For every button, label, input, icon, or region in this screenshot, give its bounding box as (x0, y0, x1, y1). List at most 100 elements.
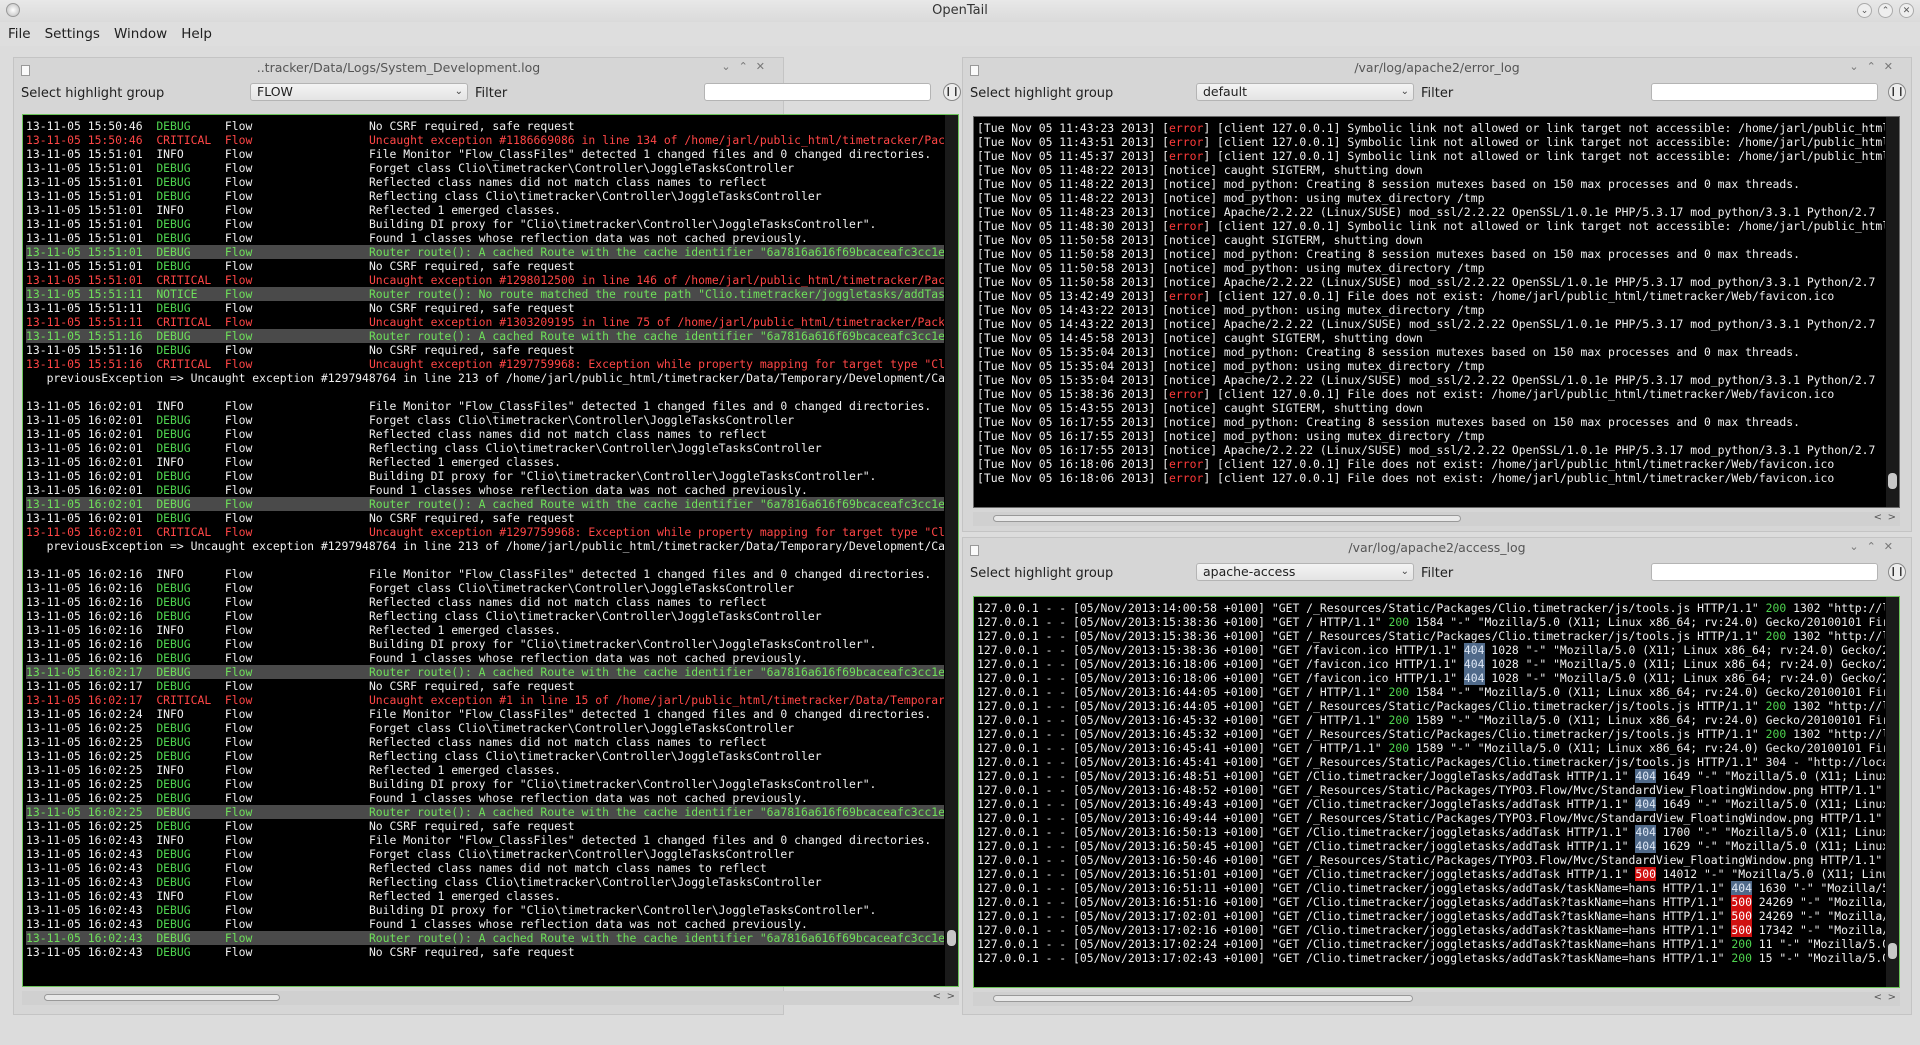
scroll-thumb[interactable] (1888, 943, 1897, 959)
scroll-right-icon[interactable]: > (1888, 512, 1896, 523)
log-line: 13-11-05 15:51:11 CRITICAL Flow Uncaught… (26, 315, 944, 329)
log-message: File Monitor "Flow_ClassFiles" detected … (368, 707, 932, 721)
log-timestamp: 13-11-05 15:51:11 (26, 301, 143, 315)
log-timestamp: 13-11-05 16:02:17 (26, 693, 143, 707)
scroll-right-icon[interactable]: > (947, 991, 955, 1002)
log-suffix: 1302 "http://localhost/" (1793, 699, 1885, 713)
log-level: DEBUG (156, 637, 191, 651)
filter-input[interactable] (1651, 83, 1878, 101)
highlight-group-select[interactable]: apache-access ⌄ (1196, 563, 1414, 581)
menu-file[interactable]: File (1, 22, 38, 46)
hscroll-thumb[interactable] (44, 994, 280, 1001)
log-suffix: 1028 "-" "Mozilla/5.0 (X11; Linux x86_64… (1491, 643, 1885, 657)
log-timestamp: 13-11-05 16:02:16 (26, 623, 143, 637)
status-code: 404 (1635, 839, 1656, 853)
log-line: 13-11-05 15:51:01 DEBUG Flow Reflected c… (26, 175, 944, 189)
scroll-left-icon[interactable]: < (1874, 512, 1882, 523)
panel-minimize-icon[interactable]: ⌄ (721, 60, 738, 73)
log-level: DEBUG (156, 119, 191, 133)
log-level: DEBUG (156, 749, 191, 763)
menu-help[interactable]: Help (174, 22, 219, 46)
panel-controls: ⌄⌃✕ (1849, 60, 1901, 73)
panel-close-icon[interactable]: ✕ (756, 60, 773, 73)
log-level: notice (1169, 261, 1211, 275)
log-category: Flow (224, 469, 253, 483)
menu-window[interactable]: Window (107, 22, 174, 46)
scroll-right-icon[interactable]: > (1888, 992, 1896, 1003)
log-view[interactable]: 127.0.0.1 - - [05/Nov/2013:14:00:58 +010… (973, 596, 1900, 988)
vertical-scrollbar[interactable] (1886, 117, 1899, 507)
log-line: 13-11-05 16:02:25 DEBUG Flow Router rout… (26, 805, 944, 819)
log-message: caught SIGTERM, shutting down (1223, 233, 1423, 247)
hscroll-thumb[interactable] (993, 995, 1413, 1002)
log-level: INFO (156, 455, 184, 469)
horizontal-scrollbar[interactable]: < > (973, 512, 1900, 526)
highlight-group-select[interactable]: FLOW ⌄ (250, 83, 468, 101)
panel-maximize-icon[interactable]: ⌃ (1867, 60, 1884, 73)
minimize-icon[interactable]: ⌄ (1857, 3, 1872, 18)
highlight-group-value: apache-access (1203, 564, 1296, 579)
panel-maximize-icon[interactable]: ⌃ (739, 60, 756, 73)
maximize-icon[interactable]: ⌃ (1878, 3, 1893, 18)
hscroll-thumb[interactable] (993, 515, 1461, 522)
log-message: No CSRF required, safe request (368, 945, 575, 959)
pause-button[interactable]: ❙❙ (943, 83, 961, 101)
log-message: Building DI proxy for "Clio\timetracker\… (368, 469, 877, 483)
log-level: notice (1169, 163, 1211, 177)
log-level: INFO (156, 147, 184, 161)
log-line: 13-11-05 16:02:43 DEBUG Flow Reflected c… (26, 861, 944, 875)
vertical-scrollbar[interactable] (1886, 597, 1899, 987)
log-prefix: 127.0.0.1 - - [05/Nov/2013:16:51:16 +010… (977, 895, 1272, 909)
log-timestamp: 13-11-05 16:02:16 (26, 567, 143, 581)
log-message: No CSRF required, safe request (368, 119, 575, 133)
log-timestamp: [Tue Nov 05 16:18:06 2013] (977, 471, 1156, 485)
log-line: 13-11-05 16:02:17 DEBUG Flow No CSRF req… (26, 679, 944, 693)
scroll-left-icon[interactable]: < (933, 991, 941, 1002)
scroll-thumb[interactable] (1888, 473, 1897, 489)
log-line: 13-11-05 16:02:01 DEBUG Flow Forget clas… (26, 413, 944, 427)
highlight-row: Select highlight group FLOW ⌄ Filter ❙❙ (14, 82, 961, 104)
log-request: "GET /Clio.timetracker/joggletasks/addTa… (1271, 937, 1725, 951)
log-line: 127.0.0.1 - - [05/Nov/2013:16:51:01 +010… (977, 867, 1885, 881)
log-view[interactable]: 13-11-05 15:50:46 DEBUG Flow No CSRF req… (22, 114, 959, 987)
log-prefix: 127.0.0.1 - - [05/Nov/2013:16:50:46 +010… (977, 853, 1272, 867)
log-level: DEBUG (156, 791, 191, 805)
log-message: File Monitor "Flow_ClassFiles" detected … (368, 399, 932, 413)
highlight-group-select[interactable]: default ⌄ (1196, 83, 1414, 101)
log-message: Forget class Clio\timetracker\Controller… (368, 581, 795, 595)
close-icon[interactable]: ✕ (1899, 3, 1914, 18)
pause-button[interactable]: ❙❙ (1888, 83, 1906, 101)
log-level: CRITICAL (156, 273, 212, 287)
log-line: [Tue Nov 05 11:48:22 2013] [notice] caug… (977, 163, 1423, 177)
scroll-thumb[interactable] (947, 930, 956, 946)
highlight-group-label: Select highlight group (970, 566, 1114, 581)
log-panel-system-development: ..tracker/Data/Logs/System_Development.l… (13, 57, 961, 1015)
filter-input[interactable] (704, 83, 931, 101)
log-message: Found 1 classes whose reflection data wa… (368, 791, 808, 805)
vertical-scrollbar[interactable] (945, 115, 958, 986)
panel-minimize-icon[interactable]: ⌄ (1849, 540, 1866, 553)
panel-minimize-icon[interactable]: ⌄ (1849, 60, 1866, 73)
panel-controls: ⌄⌃✕ (721, 60, 773, 73)
log-timestamp: 13-11-05 16:02:25 (26, 735, 143, 749)
log-level: error (1169, 289, 1204, 303)
horizontal-scrollbar[interactable]: < > (973, 992, 1900, 1006)
panel-close-icon[interactable]: ✕ (1884, 540, 1901, 553)
log-message: Router route(): A cached Route with the … (368, 931, 944, 945)
panel-close-icon[interactable]: ✕ (1884, 60, 1901, 73)
log-category: Flow (224, 945, 253, 959)
pause-button[interactable]: ❙❙ (1888, 563, 1906, 581)
log-prefix: 127.0.0.1 - - [05/Nov/2013:16:50:45 +010… (977, 839, 1272, 853)
menu-settings[interactable]: Settings (38, 22, 107, 46)
horizontal-scrollbar[interactable]: < > (22, 991, 959, 1005)
log-category: Flow (224, 875, 253, 889)
scroll-left-icon[interactable]: < (1874, 992, 1882, 1003)
log-level: DEBUG (156, 483, 191, 497)
filter-input[interactable] (1651, 563, 1878, 581)
log-category: Flow (224, 511, 253, 525)
log-line: 127.0.0.1 - - [05/Nov/2013:17:02:43 +010… (977, 951, 1885, 965)
log-timestamp: 13-11-05 16:02:16 (26, 637, 143, 651)
log-level: notice (1169, 191, 1211, 205)
panel-maximize-icon[interactable]: ⌃ (1867, 540, 1884, 553)
log-view[interactable]: [Tue Nov 05 11:43:23 2013] [error] [clie… (973, 116, 1900, 508)
